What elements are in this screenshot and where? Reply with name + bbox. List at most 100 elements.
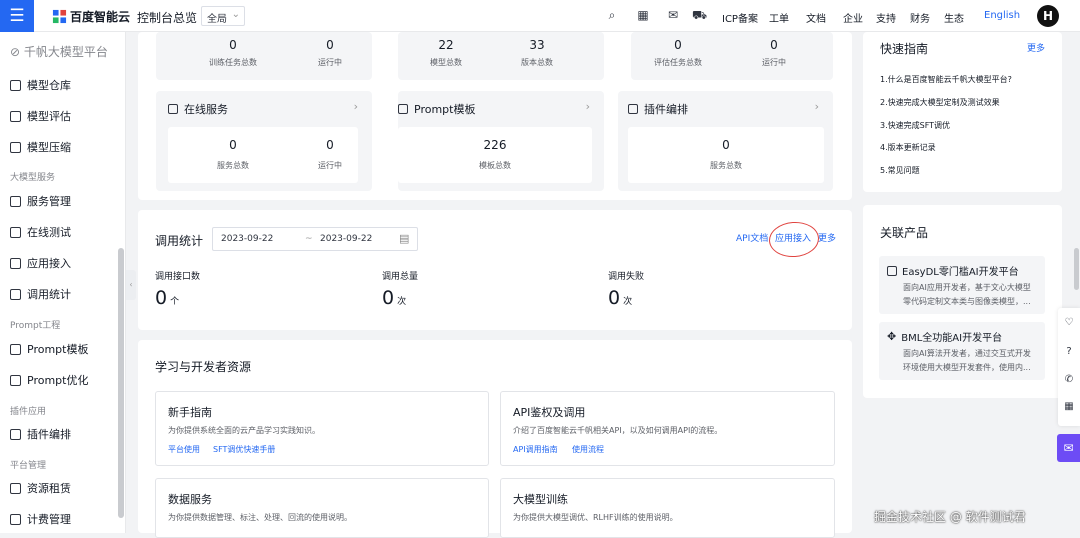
- sidebar-item-service-mgmt[interactable]: 服务管理: [10, 193, 71, 209]
- sidebar-item-prompt-optimize[interactable]: Prompt优化: [10, 372, 88, 388]
- enterprise-link[interactable]: 企业: [843, 10, 863, 25]
- usage-flow-link[interactable]: 使用流程: [572, 444, 604, 455]
- sidebar-item-online-test[interactable]: 在线测试: [10, 224, 71, 240]
- qr-code-icon[interactable]: ▦: [636, 8, 650, 22]
- more-link[interactable]: 更多: [818, 231, 836, 244]
- help-icon[interactable]: ?: [1063, 346, 1075, 358]
- page-scrollbar[interactable]: [1074, 248, 1079, 290]
- api-doc-link[interactable]: API文档: [736, 231, 768, 244]
- plugin-orchestration-title: 插件编排: [628, 101, 688, 117]
- sidebar-item-plugin-orchestration[interactable]: 插件编排: [10, 426, 71, 442]
- hamburger-menu-icon[interactable]: ☰: [0, 0, 34, 32]
- sidebar-group-platform-mgmt: 平台管理: [10, 461, 47, 471]
- easydl-icon: [887, 265, 897, 276]
- billing-icon: [10, 513, 21, 525]
- sidebar-item-label: 调用统计: [27, 288, 71, 301]
- sidebar-group-plugin: 插件应用: [10, 407, 47, 417]
- resource-card-beginner[interactable]: 新手指南 为你提供系统全面的云产品学习实践知识。 平台使用 SFT调优快速手册: [155, 391, 489, 466]
- sidebar-item-label: 应用接入: [27, 257, 71, 270]
- resource-icon: [10, 482, 21, 494]
- evaluation-tile[interactable]: 0 评估任务总数 0 运行中: [631, 32, 833, 80]
- overview-card: 0 训练任务总数 0 运行中 22 模型总数 33 版本总数 0 评估任务总数 …: [138, 32, 852, 200]
- platform-usage-link[interactable]: 平台使用: [168, 444, 200, 455]
- resource-card-data[interactable]: 数据服务 为你提供数据管理、标注、处理、回流的使用说明。: [155, 478, 489, 538]
- docs-link[interactable]: 文档: [806, 10, 826, 25]
- online-service-icon: [168, 104, 178, 114]
- online-service-stats: 0 服务总数 0 运行中: [168, 127, 358, 183]
- plugin-service-total-label: 服务总数: [710, 161, 742, 170]
- resource-card-training[interactable]: 大模型训练 为你提供大模型调优、RLHF训练的使用说明。: [500, 478, 835, 538]
- chat-assistant-icon[interactable]: ✉: [1057, 434, 1080, 462]
- sidebar-item-label: 在线测试: [27, 226, 71, 239]
- sidebar-item-model-repo[interactable]: 模型仓库: [10, 77, 71, 93]
- phone-icon[interactable]: ✆: [1063, 374, 1075, 386]
- ecosystem-link[interactable]: 生态: [944, 10, 964, 25]
- online-test-icon: [10, 226, 21, 238]
- metric-value-interfaces: 0个: [155, 287, 179, 309]
- plugin-tile-icon: [628, 104, 638, 114]
- prompt-template-tile-icon: [398, 104, 408, 114]
- service-total-label: 服务总数: [217, 161, 249, 170]
- user-avatar[interactable]: H: [1037, 5, 1059, 27]
- product-name: EasyDL零门槛AI开发平台: [902, 267, 1019, 278]
- console-overview-link[interactable]: 控制台总览: [137, 9, 197, 26]
- prompt-template-tile[interactable]: Prompt模板 › 226 模板总数: [398, 91, 604, 191]
- product-desc: 环境使用大模型开发套件，使用内...: [903, 363, 1031, 372]
- finance-link[interactable]: 财务: [910, 10, 930, 25]
- product-bml[interactable]: ✥ BML全功能AI开发平台 面向AI算法开发者，通过交互式开发 环境使用大模型开…: [879, 322, 1045, 380]
- product-easydl[interactable]: EasyDL零门槛AI开发平台 面向AI应用开发者，基于文心大模型 零代码定制文…: [879, 256, 1045, 314]
- sidebar-scrollbar[interactable]: [118, 248, 124, 518]
- sidebar-item-resource-rental[interactable]: 资源租赁: [10, 480, 71, 496]
- language-switch[interactable]: English: [984, 10, 1020, 21]
- apps-grid-icon[interactable]: ▦: [1063, 401, 1075, 413]
- message-icon[interactable]: ✉: [666, 8, 680, 22]
- search-icon[interactable]: ⌕: [605, 8, 619, 22]
- sidebar-platform-header[interactable]: ⊘ 千帆大模型平台: [10, 43, 108, 60]
- date-range-picker[interactable]: 2023-09-22 ~ 2023-09-22 ▤: [212, 227, 418, 251]
- model-total-value: 22: [438, 38, 454, 52]
- training-running-label: 运行中: [318, 58, 342, 67]
- quick-guide-more-link[interactable]: 更多: [1027, 41, 1045, 54]
- sidebar-collapse-handle[interactable]: ‹: [126, 270, 136, 300]
- training-running-value: 0: [326, 38, 334, 52]
- metric-label-interfaces: 调用接口数: [155, 272, 201, 282]
- app-access-icon: [10, 257, 21, 269]
- ticket-link[interactable]: 工单: [769, 10, 789, 25]
- chevron-right-icon: ›: [353, 100, 358, 113]
- sidebar-item-app-access[interactable]: 应用接入: [10, 255, 71, 271]
- plugin-orchestration-tile[interactable]: 插件编排 › 0 服务总数: [618, 91, 833, 191]
- heart-icon[interactable]: ♡: [1063, 317, 1075, 329]
- product-desc: 零代码定制文本类与图像类模型，...: [903, 297, 1031, 306]
- sidebar-item-call-stats[interactable]: 调用统计: [10, 286, 71, 302]
- guide-item[interactable]: 5.常见问题: [880, 165, 920, 176]
- cart-icon[interactable]: ⛟: [692, 8, 707, 22]
- eval-total-label: 评估任务总数: [654, 58, 702, 67]
- guide-item[interactable]: 4.版本更新记录: [880, 142, 936, 153]
- guide-item[interactable]: 3.快速完成SFT调优: [880, 120, 950, 131]
- service-mgmt-icon: [10, 195, 21, 207]
- plugin-stats: 0 服务总数: [628, 127, 824, 183]
- eval-running-label: 运行中: [762, 58, 786, 67]
- icp-filing-link[interactable]: ICP备案: [722, 10, 758, 25]
- resource-title: 新手指南: [168, 406, 212, 419]
- eval-running-value: 0: [770, 38, 778, 52]
- sidebar-item-billing[interactable]: 计费管理: [10, 511, 71, 527]
- resource-card-api[interactable]: API鉴权及调用 介绍了百度智能云千帆相关API，以及如何调用API的流程。 A…: [500, 391, 835, 466]
- sidebar-item-prompt-template[interactable]: Prompt模板: [10, 341, 88, 357]
- sft-manual-link[interactable]: SFT调优快速手册: [213, 444, 275, 455]
- sidebar-item-model-eval[interactable]: 模型评估: [10, 108, 71, 124]
- model-tile[interactable]: 22 模型总数 33 版本总数: [398, 32, 604, 80]
- template-total-value: 226: [483, 138, 507, 152]
- guide-item[interactable]: 1.什么是百度智能云千帆大模型平台?: [880, 74, 1012, 85]
- api-guide-link[interactable]: API调用指南: [513, 444, 558, 455]
- baidu-cloud-logo[interactable]: 百度智能云: [52, 8, 130, 25]
- eval-total-value: 0: [674, 38, 682, 52]
- training-tile[interactable]: 0 训练任务总数 0 运行中: [156, 32, 372, 80]
- online-service-tile[interactable]: 在线服务 › 0 服务总数 0 运行中: [156, 91, 372, 191]
- sidebar-item-model-compress[interactable]: 模型压缩: [10, 139, 71, 155]
- date-start: 2023-09-22: [221, 234, 274, 244]
- support-link[interactable]: 支持: [876, 10, 896, 25]
- region-scope-select[interactable]: 全局 ⌄: [201, 6, 245, 26]
- sidebar: ⊘ 千帆大模型平台 模型仓库 模型评估 模型压缩 大模型服务 服务管理 在线测试…: [0, 32, 126, 533]
- guide-item[interactable]: 2.快速完成大模型定制及测试效果: [880, 97, 1000, 108]
